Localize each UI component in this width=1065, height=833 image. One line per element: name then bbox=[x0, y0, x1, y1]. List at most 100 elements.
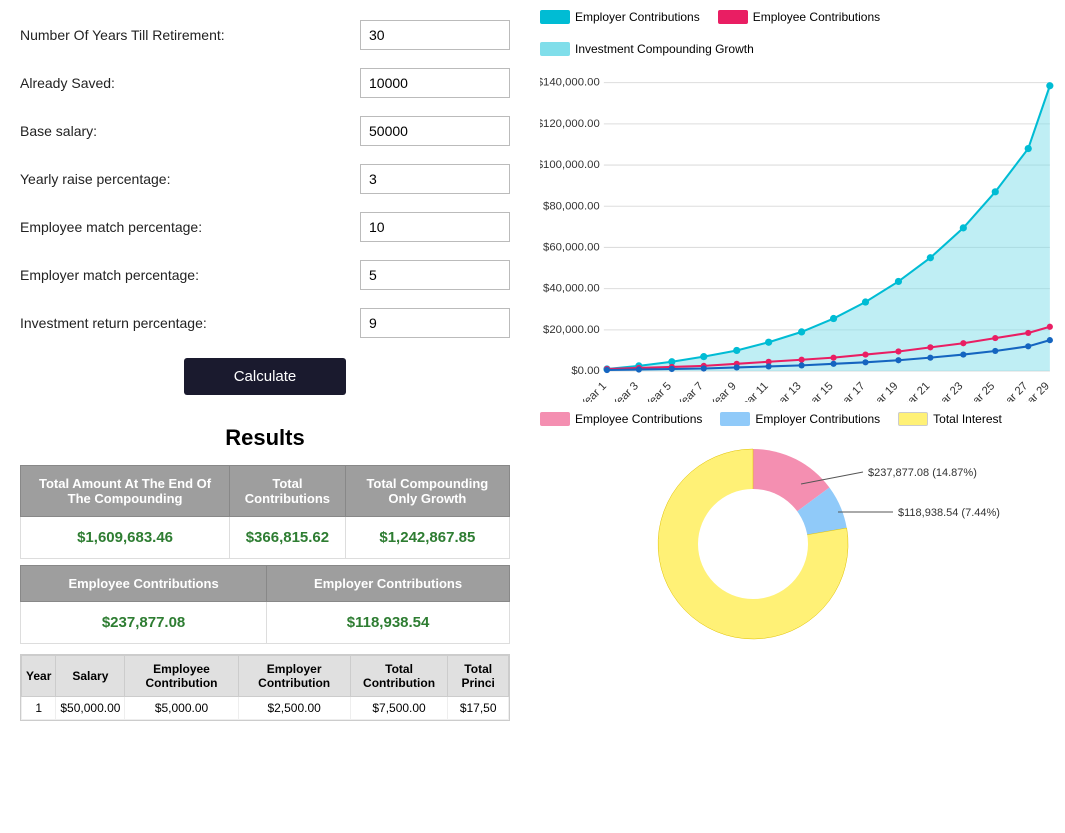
col1-header: Total Amount At The End Of The Compoundi… bbox=[21, 466, 230, 517]
svg-text:Year 21: Year 21 bbox=[897, 380, 933, 402]
svg-text:$140,000.00: $140,000.00 bbox=[540, 77, 600, 89]
employer-match-label: Employer match percentage: bbox=[20, 267, 360, 283]
svg-text:$40,000.00: $40,000.00 bbox=[543, 283, 600, 295]
donut-interest-label: Total Interest bbox=[933, 412, 1002, 426]
years-input[interactable] bbox=[360, 20, 510, 50]
donut-employer-swatch bbox=[720, 412, 750, 426]
investment-return-input[interactable] bbox=[360, 308, 510, 338]
line-chart-svg: $140,000.00 $120,000.00 $100,000.00 $80,… bbox=[540, 62, 1055, 402]
legend-employer: Employer Contributions bbox=[540, 10, 700, 24]
col4-header: Employee Contributions bbox=[21, 566, 267, 602]
svg-text:Year 3: Year 3 bbox=[610, 380, 641, 402]
svg-text:Year 25: Year 25 bbox=[962, 380, 998, 402]
employer-match-row: Employer match percentage: bbox=[20, 260, 510, 290]
donut-legend: Employee Contributions Employer Contribu… bbox=[540, 412, 1055, 426]
saved-row: Already Saved: bbox=[20, 68, 510, 98]
legend-employee-label: Employee Contributions bbox=[753, 10, 880, 24]
svg-text:Year 13: Year 13 bbox=[768, 380, 804, 402]
saved-input[interactable] bbox=[360, 68, 510, 98]
svg-text:$80,000.00: $80,000.00 bbox=[543, 200, 600, 212]
years-spinner[interactable] bbox=[360, 20, 510, 50]
col5-header: Employer Contributions bbox=[267, 566, 510, 602]
donut-section: Employee Contributions Employer Contribu… bbox=[540, 412, 1055, 654]
data-table: Year Salary Employee Contribution Employ… bbox=[21, 655, 509, 720]
legend-employer-label: Employer Contributions bbox=[575, 10, 700, 24]
raise-row: Yearly raise percentage: bbox=[20, 164, 510, 194]
years-row: Number Of Years Till Retirement: bbox=[20, 20, 510, 50]
val3-cell: $1,242,867.85 bbox=[345, 517, 509, 559]
results-title: Results bbox=[20, 425, 510, 451]
employer-donut-label: $118,938.54 (7.44%) bbox=[898, 507, 1000, 519]
donut-legend-employer: Employer Contributions bbox=[720, 412, 880, 426]
legend-employee: Employee Contributions bbox=[718, 10, 880, 24]
donut-employee-swatch bbox=[540, 412, 570, 426]
col3-header: Total Compounding Only Growth bbox=[345, 466, 509, 517]
raise-spinner[interactable] bbox=[360, 164, 510, 194]
years-label: Number Of Years Till Retirement: bbox=[20, 27, 360, 43]
employee-match-spinner[interactable] bbox=[360, 212, 510, 242]
svg-text:Year 1: Year 1 bbox=[578, 380, 609, 402]
val5-cell: $118,938.54 bbox=[267, 602, 510, 644]
val4-cell: $237,877.08 bbox=[21, 602, 267, 644]
donut-employee-label: Employee Contributions bbox=[575, 412, 702, 426]
employer-match-input[interactable] bbox=[360, 260, 510, 290]
donut-area: $237,877.08 (14.87%) $118,938.54 (7.44%) bbox=[540, 434, 1055, 654]
svg-text:$60,000.00: $60,000.00 bbox=[543, 242, 600, 254]
donut-hole bbox=[698, 489, 808, 599]
raise-input[interactable] bbox=[360, 164, 510, 194]
th-employee-contrib: Employee Contribution bbox=[125, 656, 238, 697]
svg-text:Year 7: Year 7 bbox=[675, 380, 706, 402]
employee-color-swatch bbox=[718, 10, 748, 24]
th-employer-contrib: Employer Contribution bbox=[238, 656, 350, 697]
donut-interest-swatch bbox=[898, 412, 928, 426]
salary-spinner[interactable] bbox=[360, 116, 510, 146]
svg-text:$20,000.00: $20,000.00 bbox=[543, 324, 600, 336]
investment-return-row: Investment return percentage: bbox=[20, 308, 510, 338]
val1-cell: $1,609,683.46 bbox=[21, 517, 230, 559]
svg-text:Year 11: Year 11 bbox=[736, 380, 771, 402]
results-section: Results Total Amount At The End Of The C… bbox=[20, 425, 510, 721]
donut-legend-employee: Employee Contributions bbox=[540, 412, 702, 426]
employer-match-spinner[interactable] bbox=[360, 260, 510, 290]
svg-text:Year 23: Year 23 bbox=[930, 380, 966, 402]
right-panel: Employer Contributions Employee Contribu… bbox=[530, 0, 1065, 833]
donut-legend-interest: Total Interest bbox=[898, 412, 1002, 426]
salary-label: Base salary: bbox=[20, 123, 360, 139]
salary-row: Base salary: bbox=[20, 116, 510, 146]
donut-employer-label: Employer Contributions bbox=[755, 412, 880, 426]
svg-text:Year 5: Year 5 bbox=[643, 380, 674, 402]
svg-text:$100,000.00: $100,000.00 bbox=[540, 159, 600, 171]
svg-text:Year 9: Year 9 bbox=[707, 380, 738, 402]
svg-text:Year 19: Year 19 bbox=[865, 380, 901, 402]
growth-color-swatch bbox=[540, 42, 570, 56]
svg-text:Year 15: Year 15 bbox=[800, 380, 836, 402]
investment-return-spinner[interactable] bbox=[360, 308, 510, 338]
employee-match-input[interactable] bbox=[360, 212, 510, 242]
donut-chart-svg: $237,877.08 (14.87%) $118,938.54 (7.44%) bbox=[553, 434, 1043, 654]
val2-cell: $366,815.62 bbox=[230, 517, 346, 559]
col2-header: Total Contributions bbox=[230, 466, 346, 517]
data-table-wrap[interactable]: Year Salary Employee Contribution Employ… bbox=[20, 654, 510, 721]
line-chart-legend: Employer Contributions Employee Contribu… bbox=[540, 10, 1055, 56]
th-total-princi: Total Princi bbox=[448, 656, 509, 697]
employer-color-swatch bbox=[540, 10, 570, 24]
raise-label: Yearly raise percentage: bbox=[20, 171, 360, 187]
table-row: 1 $50,000.00 $5,000.00 $2,500.00 $7,500.… bbox=[22, 697, 509, 720]
employee-match-row: Employee match percentage: bbox=[20, 212, 510, 242]
employee-match-label: Employee match percentage: bbox=[20, 219, 360, 235]
calculate-button[interactable]: Calculate bbox=[184, 358, 347, 395]
employee-donut-label: $237,877.08 (14.87%) bbox=[868, 467, 977, 479]
saved-label: Already Saved: bbox=[20, 75, 360, 91]
th-salary: Salary bbox=[56, 656, 125, 697]
investment-return-label: Investment return percentage: bbox=[20, 315, 360, 331]
line-chart-area: $140,000.00 $120,000.00 $100,000.00 $80,… bbox=[540, 62, 1055, 402]
th-total-contrib: Total Contribution bbox=[350, 656, 448, 697]
salary-input[interactable] bbox=[360, 116, 510, 146]
svg-text:Year 17: Year 17 bbox=[832, 380, 868, 402]
saved-spinner[interactable] bbox=[360, 68, 510, 98]
th-year: Year bbox=[22, 656, 56, 697]
svg-text:$0.00: $0.00 bbox=[571, 365, 599, 377]
legend-growth-label: Investment Compounding Growth bbox=[575, 42, 754, 56]
legend-growth: Investment Compounding Growth bbox=[540, 42, 754, 56]
svg-text:$120,000.00: $120,000.00 bbox=[540, 118, 600, 130]
